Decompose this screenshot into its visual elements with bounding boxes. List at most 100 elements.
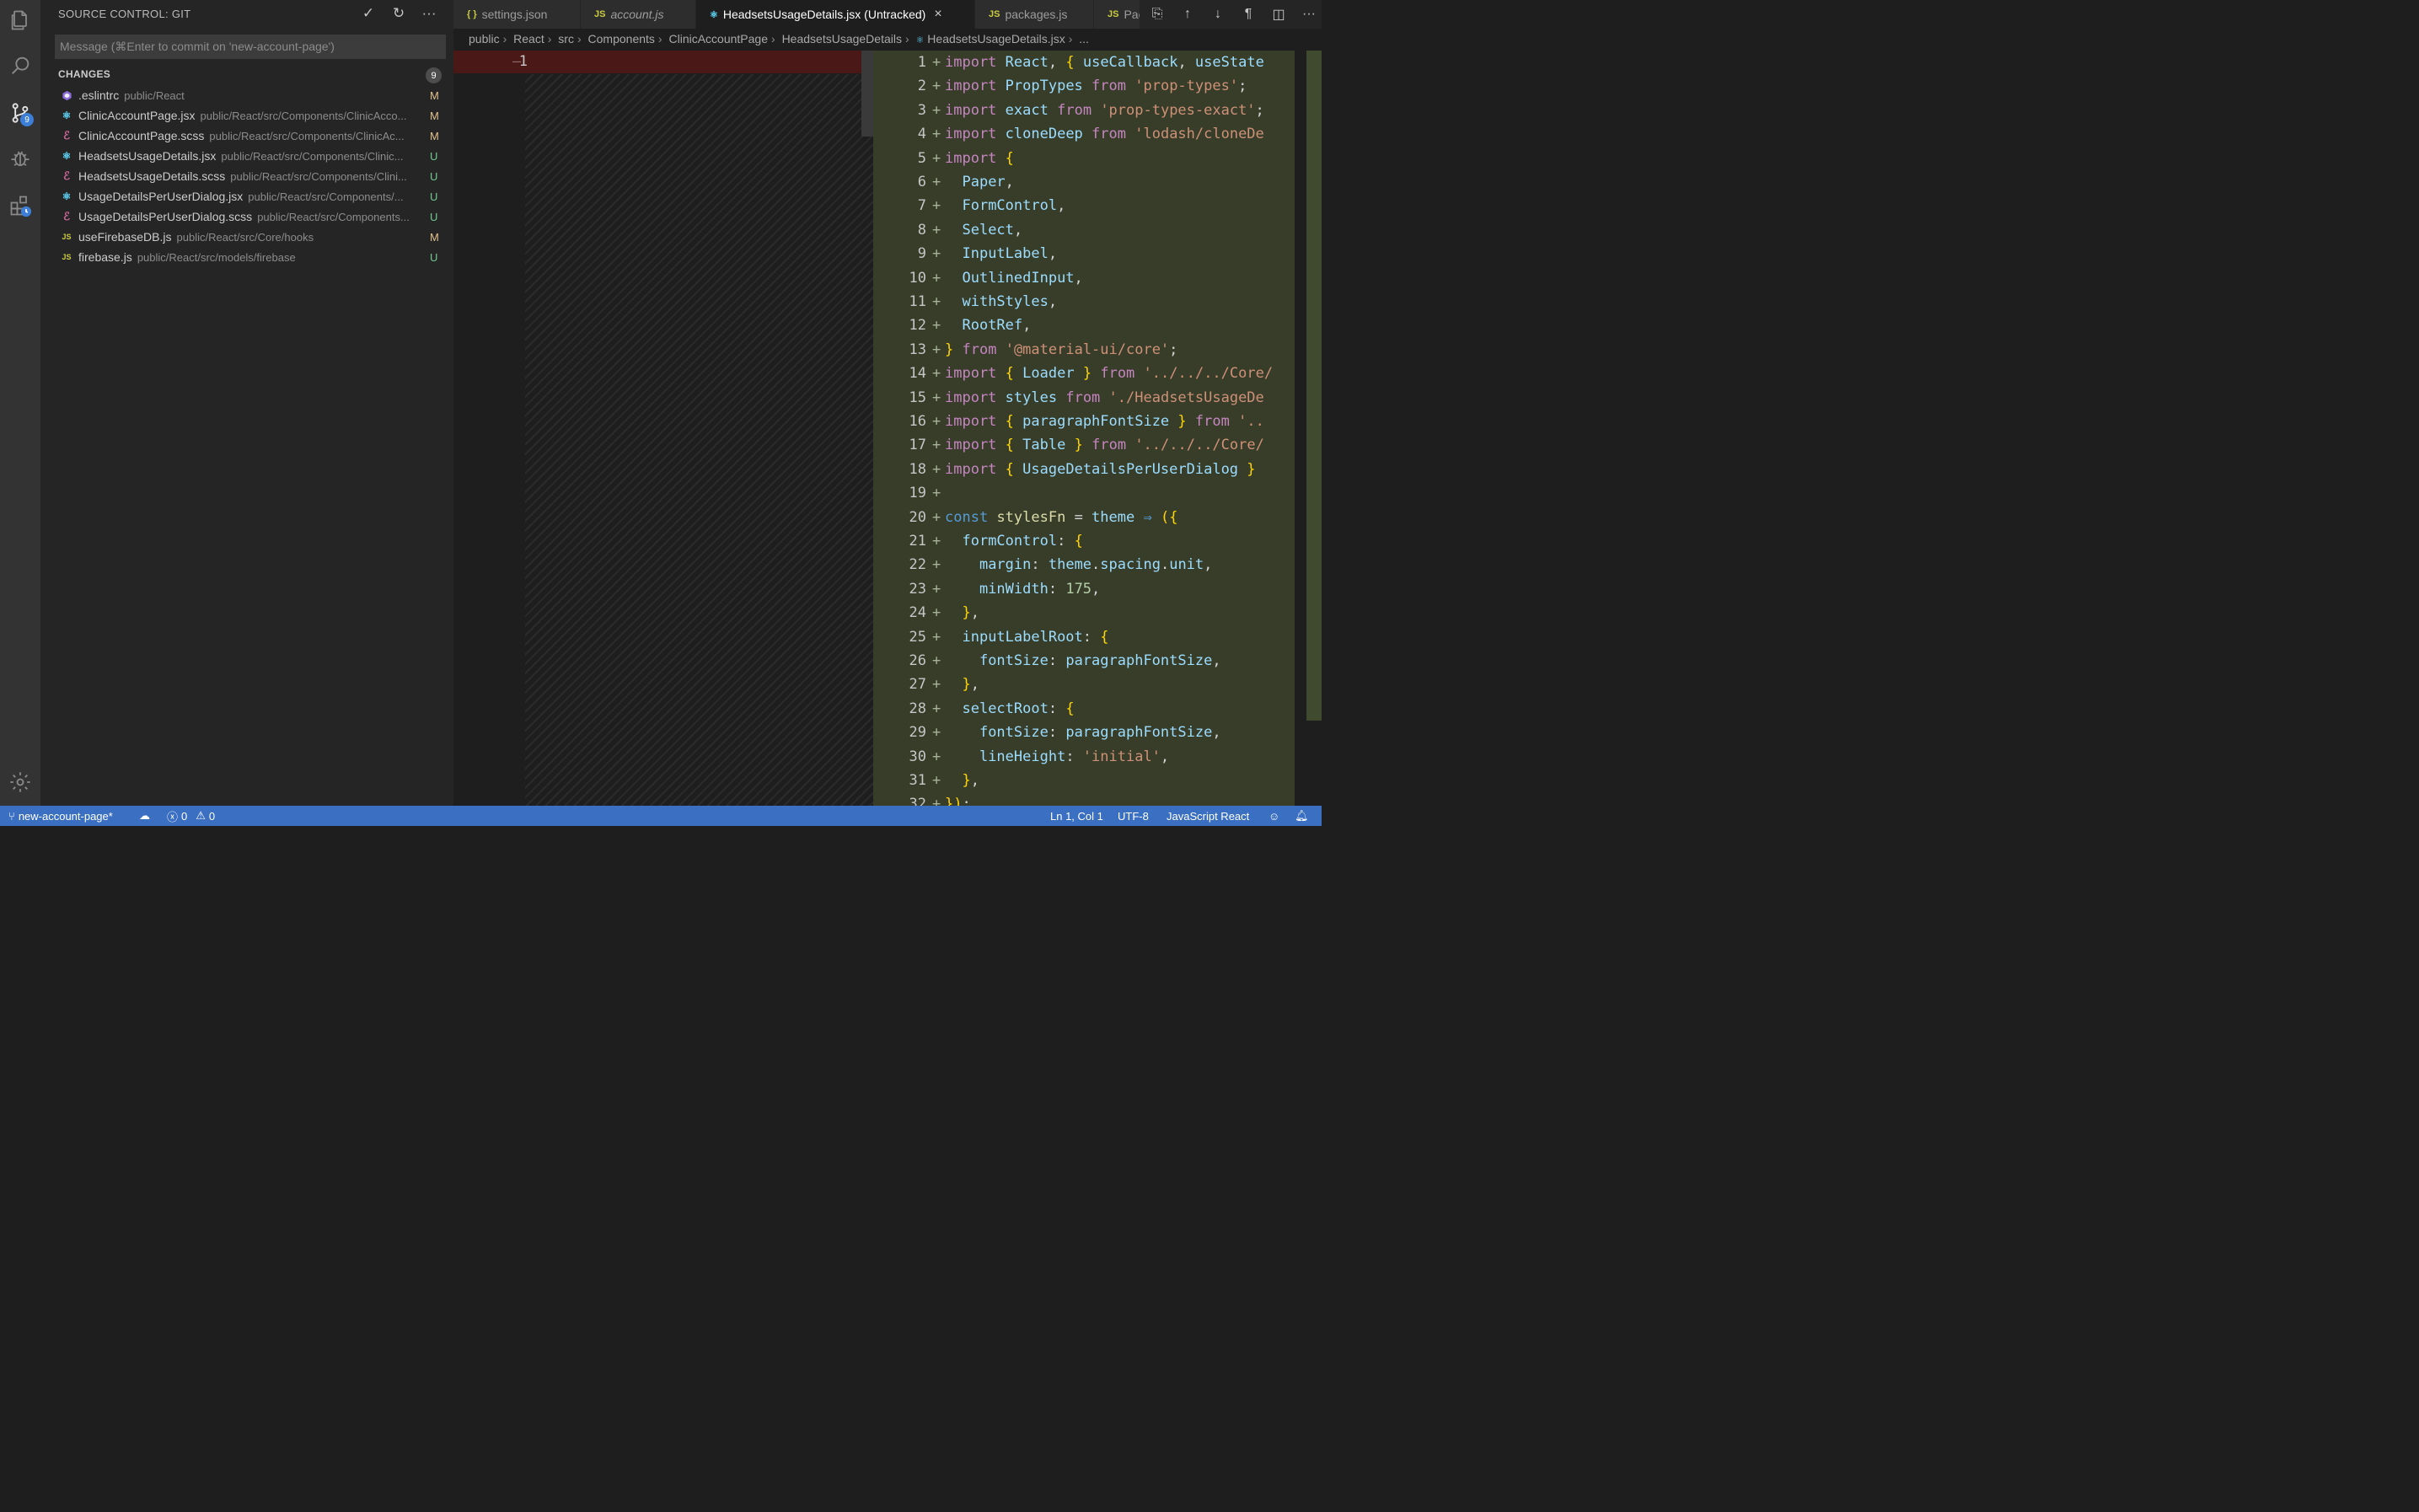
line-number: 7	[917, 197, 926, 215]
code-text: },	[962, 604, 979, 622]
js-icon: JS	[62, 233, 72, 241]
encoding[interactable]: UTF-8	[1118, 806, 1149, 826]
added-marker: +	[932, 78, 941, 95]
code-text: } from '@material-ui/core';	[945, 340, 1178, 358]
line-number: 2	[917, 78, 926, 95]
added-marker: +	[932, 413, 941, 430]
file-status: U	[430, 149, 438, 163]
list-item[interactable]: ⚛ HeadsetsUsageDetails.jsx public/React/sr…	[40, 146, 453, 166]
code-text: import { Loader } from '../../../Core/	[945, 365, 1274, 383]
list-item[interactable]: ⚛ UsageDetailsPerUserDialog.jsx public/Rea…	[40, 186, 453, 206]
line-number: 23	[909, 580, 926, 598]
js-icon: JS	[62, 253, 72, 261]
added-marker: +	[932, 796, 941, 806]
line-number: 15	[909, 389, 926, 406]
whitespace-icon[interactable]: ¶	[1239, 7, 1258, 22]
code-line: 23 + minWidth: 175,	[873, 577, 1295, 601]
file-name: HeadsetsUsageDetails.scss	[78, 169, 226, 183]
empty-hatch	[525, 74, 873, 806]
file-path: public/React/src/Components/ClinicAcco..…	[200, 110, 407, 122]
sass-icon: ℰ	[63, 169, 70, 182]
scrollbar-thumb[interactable]	[1306, 51, 1322, 721]
scrollbar[interactable]	[861, 51, 873, 137]
explorer-icon[interactable]	[0, 0, 40, 40]
code-line: 8 + Select,	[873, 218, 1295, 242]
diff-original-pane[interactable]: 1 –	[453, 51, 873, 806]
list-item[interactable]: ℰ UsageDetailsPerUserDialog.scss public/Re…	[40, 206, 453, 227]
code-text: import React, { useCallback, useState	[945, 54, 1264, 71]
code-line: 12 + RootRef,	[873, 314, 1295, 337]
notifications-bell-icon[interactable]: 🔔︎	[1295, 806, 1309, 826]
code-line: 17 + import { Table } from '../../../Core/	[873, 433, 1295, 457]
tab-settings-json[interactable]: { } settings.json	[453, 0, 580, 29]
code-text: fontSize: paragraphFontSize,	[979, 652, 1221, 669]
added-marker: +	[932, 700, 941, 717]
code-text: import PropTypes from 'prop-types';	[945, 78, 1247, 95]
more-actions-icon[interactable]: ···	[420, 4, 438, 23]
previous-change-icon[interactable]: ↑	[1178, 7, 1197, 22]
code-line: 5 + import {	[873, 147, 1295, 170]
debug-icon[interactable]	[0, 138, 40, 179]
list-item[interactable]: JS firebase.js public/React/src/models/fir…	[40, 247, 453, 267]
cursor-position[interactable]: Ln 1, Col 1	[1050, 806, 1103, 826]
search-icon[interactable]	[0, 46, 40, 86]
overview-ruler[interactable]	[1295, 51, 1322, 806]
refresh-icon[interactable]: ↻	[389, 4, 408, 23]
commit-check-icon[interactable]: ✓	[359, 4, 378, 23]
line-number: 22	[909, 556, 926, 574]
line-number: 4	[917, 126, 926, 143]
file-name: UsageDetailsPerUserDialog.scss	[78, 210, 253, 223]
tab-packages-js[interactable]: JS packages.js	[975, 0, 1093, 29]
code-text: },	[962, 676, 979, 694]
code-line: 30 + lineHeight: 'initial',	[873, 745, 1295, 769]
list-item[interactable]: ℰ HeadsetsUsageDetails.scss public/React/s…	[40, 166, 453, 186]
language-mode[interactable]: JavaScript React	[1167, 806, 1249, 826]
code-line: 25 + inputLabelRoot: {	[873, 625, 1295, 649]
code-text: margin: theme.spacing.unit,	[979, 556, 1213, 574]
react-icon: ⚛	[62, 190, 72, 202]
list-item[interactable]: JS useFirebaseDB.js public/React/src/Core/…	[40, 227, 453, 247]
added-marker: +	[932, 221, 941, 239]
list-item[interactable]: ⚛ ClinicAccountPage.jsx public/React/src/C…	[40, 105, 453, 126]
split-editor-icon[interactable]: ◫	[1269, 6, 1288, 23]
branch-indicator[interactable]: ⑂ new-account-page*	[8, 806, 113, 826]
settings-gear-icon[interactable]	[0, 762, 40, 802]
code-text: minWidth: 175,	[979, 580, 1101, 598]
added-marker: +	[932, 269, 941, 287]
source-control-icon[interactable]	[0, 93, 40, 133]
sass-icon: ℰ	[63, 129, 70, 142]
code-line: 1 + import React, { useCallback, useState	[873, 51, 1295, 74]
file-name: .eslintrc	[78, 88, 120, 102]
changes-header[interactable]: CHANGES	[58, 68, 110, 80]
code-line: 9 + InputLabel,	[873, 242, 1295, 265]
breadcrumb: public › React › src › Components › ClinicAc…	[469, 32, 1089, 46]
next-change-icon[interactable]: ↓	[1209, 7, 1227, 22]
list-item[interactable]: .eslintrc public/React M	[40, 85, 453, 105]
tab-account-js[interactable]: JS account.js	[581, 0, 695, 29]
feedback-icon[interactable]: ☺	[1268, 806, 1279, 826]
panel-title: SOURCE CONTROL: GIT	[58, 8, 191, 20]
tab-headsets-usage-details[interactable]: ⚛ HeadsetsUsageDetails.jsx (Untracked) ×	[696, 0, 974, 29]
code-line: 32 +});	[873, 792, 1295, 806]
file-status: U	[430, 210, 438, 223]
line-number: 6	[917, 174, 926, 190]
code-line: 10 + OutlinedInput,	[873, 266, 1295, 290]
close-icon[interactable]: ×	[934, 7, 941, 22]
line-number: 30	[909, 748, 926, 765]
list-item[interactable]: ℰ ClinicAccountPage.scss public/React/src/…	[40, 126, 453, 146]
sync-icon[interactable]: ☁	[139, 806, 150, 826]
changes-count-badge: 9	[426, 67, 442, 83]
diff-modified-pane[interactable]: 1 + import React, { useCallback, useState 2…	[873, 51, 1295, 806]
added-marker: +	[932, 317, 941, 335]
file-status: U	[430, 190, 438, 203]
file-name: UsageDetailsPerUserDialog.jsx	[78, 190, 244, 203]
code-text: InputLabel,	[962, 245, 1058, 263]
extensions-icon[interactable]	[0, 185, 40, 226]
line-number: 32	[909, 796, 926, 806]
open-file-icon[interactable]: ⎘	[1148, 7, 1167, 22]
react-icon: ⚛	[710, 9, 718, 20]
editor-more-icon[interactable]: ···	[1300, 7, 1318, 22]
problems-indicator[interactable]: ⓧ 0 ⚠ 0	[167, 806, 215, 826]
added-marker: +	[932, 54, 941, 71]
commit-message-input[interactable]: Message (⌘Enter to commit on 'new-accoun…	[55, 35, 446, 59]
